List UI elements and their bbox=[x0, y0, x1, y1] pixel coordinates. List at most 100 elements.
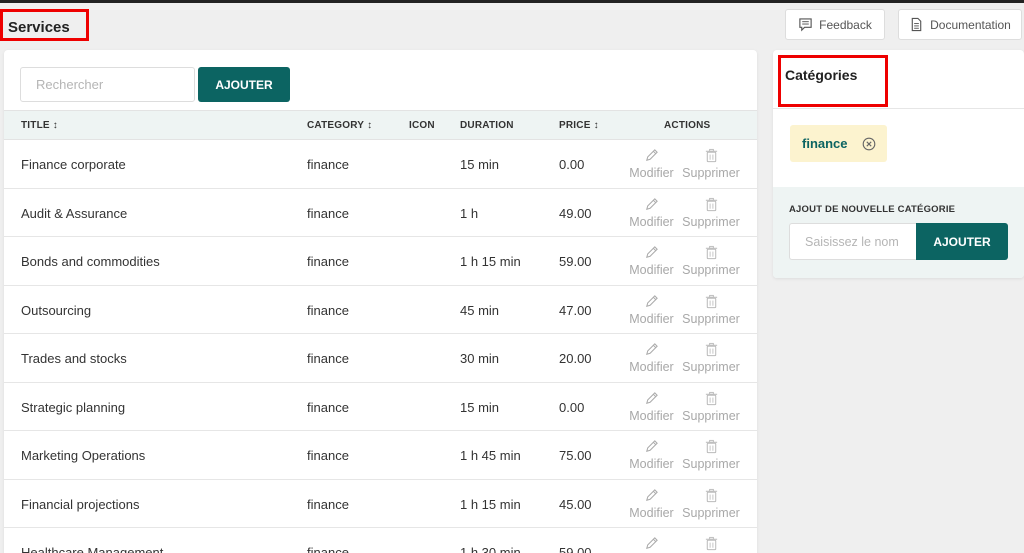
delete-button[interactable]: Supprimer bbox=[680, 197, 742, 231]
column-actions: ACTIONS bbox=[664, 120, 711, 131]
new-category-label: AJOUT DE NOUVELLE CATÉGORIE bbox=[789, 204, 956, 215]
services-card: AJOUTER TITLE↕ CATEGORY↕ ICON DURATION P… bbox=[4, 50, 757, 553]
delete-label: Supprimer bbox=[682, 408, 740, 423]
chat-icon bbox=[799, 18, 812, 32]
sort-icon[interactable]: ↕ bbox=[594, 120, 599, 131]
service-price: 49.00 bbox=[559, 205, 592, 221]
column-title-label: TITLE bbox=[21, 120, 50, 131]
service-title: Financial projections bbox=[21, 496, 140, 512]
column-category[interactable]: CATEGORY ↕ bbox=[307, 120, 372, 131]
service-duration: 1 h 15 min bbox=[460, 496, 521, 512]
trash-icon bbox=[705, 536, 717, 551]
edit-button[interactable]: Modifier bbox=[624, 536, 679, 553]
category-chip-label: finance bbox=[802, 136, 848, 151]
service-price: 59.00 bbox=[559, 545, 592, 553]
table-row: Trades and stocks finance 30 min 20.00 Modif… bbox=[4, 334, 757, 383]
delete-button[interactable]: Supprimer bbox=[680, 294, 742, 328]
edit-button[interactable]: Modifier bbox=[624, 148, 679, 182]
table-row: Audit & Assurance finance 1 h 49.00 Modifier… bbox=[4, 189, 757, 237]
column-icon: ICON bbox=[409, 120, 435, 131]
service-price: 75.00 bbox=[559, 448, 592, 463]
service-duration: 1 h 30 min bbox=[460, 545, 521, 553]
delete-button[interactable]: Supprimer bbox=[680, 391, 742, 425]
edit-button[interactable]: Modifier bbox=[624, 245, 679, 279]
edit-label: Modifier bbox=[629, 166, 674, 180]
service-price: 45.00 bbox=[559, 496, 592, 512]
remove-category-icon[interactable] bbox=[862, 137, 876, 151]
feedback-label: Feedback bbox=[819, 17, 872, 32]
edit-label: Modifier bbox=[629, 311, 674, 326]
service-duration: 1 h 45 min bbox=[460, 448, 521, 463]
edit-button[interactable]: Modifier bbox=[624, 439, 679, 473]
categories-title: Catégories bbox=[785, 67, 858, 83]
table-row: Financial projections finance 1 h 15 min 45… bbox=[4, 480, 757, 528]
add-service-button[interactable]: AJOUTER bbox=[198, 67, 290, 102]
category-name-input[interactable] bbox=[789, 223, 917, 260]
new-category-section: AJOUT DE NOUVELLE CATÉGORIE AJOUTER bbox=[773, 187, 1024, 278]
service-title: Strategic planning bbox=[21, 399, 126, 415]
edit-label: Modifier bbox=[629, 457, 674, 471]
column-price-label: PRICE bbox=[559, 120, 591, 131]
delete-button[interactable]: Supprimer bbox=[680, 439, 742, 473]
edit-label: Modifier bbox=[629, 505, 674, 520]
trash-icon bbox=[705, 148, 717, 163]
table-row: Healthcare Management finance 1 h 30 min 59… bbox=[4, 528, 757, 553]
table-row: Finance corporate finance 15 min 0.00 Modifi… bbox=[4, 140, 757, 189]
service-title: Healthcare Management bbox=[21, 545, 164, 553]
trash-icon bbox=[705, 245, 717, 260]
trash-icon bbox=[705, 294, 717, 308]
sort-icon[interactable]: ↕ bbox=[367, 120, 372, 131]
edit-button[interactable]: Modifier bbox=[624, 391, 679, 425]
delete-button[interactable]: Supprimer bbox=[680, 342, 742, 376]
document-icon bbox=[911, 17, 922, 32]
column-title[interactable]: TITLE ↕ bbox=[21, 120, 58, 131]
pencil-icon bbox=[646, 294, 658, 307]
table-row: Outsourcing finance 45 min 47.00 Modifier Sup… bbox=[4, 286, 757, 334]
service-category: finance bbox=[307, 448, 349, 463]
column-duration: DURATION bbox=[460, 120, 514, 131]
column-category-label: CATEGORY bbox=[307, 120, 365, 131]
feedback-button[interactable]: Feedback bbox=[785, 9, 885, 40]
sort-icon[interactable]: ↕ bbox=[53, 120, 58, 131]
trash-icon bbox=[705, 391, 717, 405]
divider bbox=[773, 108, 1024, 109]
pencil-icon bbox=[646, 488, 658, 501]
service-title: Marketing Operations bbox=[21, 448, 146, 463]
documentation-button[interactable]: Documentation bbox=[898, 9, 1022, 40]
delete-button[interactable]: Supprimer bbox=[680, 488, 742, 522]
edit-button[interactable]: Modifier bbox=[624, 294, 679, 328]
service-title: Trades and stocks bbox=[21, 351, 127, 366]
edit-label: Modifier bbox=[629, 214, 674, 229]
edit-button[interactable]: Modifier bbox=[624, 488, 679, 522]
edit-button[interactable]: Modifier bbox=[624, 197, 679, 231]
service-title: Finance corporate bbox=[21, 157, 126, 172]
edit-label: Modifier bbox=[629, 408, 674, 423]
service-price: 0.00 bbox=[559, 157, 585, 172]
edit-button[interactable]: Modifier bbox=[624, 342, 679, 376]
pencil-icon bbox=[646, 149, 658, 161]
delete-button[interactable]: Supprimer bbox=[680, 148, 742, 182]
categories-card: Catégories finance AJOUT DE NOUVELLE CAT… bbox=[773, 50, 1024, 278]
service-price: 59.00 bbox=[559, 254, 592, 269]
delete-button[interactable]: Supprimer bbox=[680, 536, 742, 553]
top-border bbox=[0, 0, 1024, 3]
delete-button[interactable]: Supprimer bbox=[680, 245, 742, 279]
service-duration: 15 min bbox=[460, 157, 500, 172]
service-category: finance bbox=[307, 205, 349, 221]
service-duration: 1 h bbox=[460, 205, 479, 221]
service-price: 47.00 bbox=[559, 302, 592, 318]
table-row: Strategic planning finance 15 min 0.00 Modif… bbox=[4, 383, 757, 431]
delete-label: Supprimer bbox=[682, 505, 740, 520]
service-category: finance bbox=[307, 157, 349, 172]
service-duration: 15 min bbox=[460, 399, 500, 415]
add-category-button[interactable]: AJOUTER bbox=[916, 223, 1008, 260]
pencil-icon bbox=[646, 391, 658, 404]
table-header: TITLE ↕ CATEGORY ↕ ICON DURATION PRICE ↕ AC… bbox=[4, 110, 757, 140]
pencil-icon bbox=[646, 343, 658, 355]
trash-icon bbox=[705, 439, 717, 454]
service-title: Audit & Assurance bbox=[21, 205, 128, 221]
delete-label: Supprimer bbox=[682, 214, 740, 229]
search-input[interactable] bbox=[20, 67, 195, 102]
delete-label: Supprimer bbox=[682, 263, 740, 277]
column-price[interactable]: PRICE ↕ bbox=[559, 120, 599, 131]
